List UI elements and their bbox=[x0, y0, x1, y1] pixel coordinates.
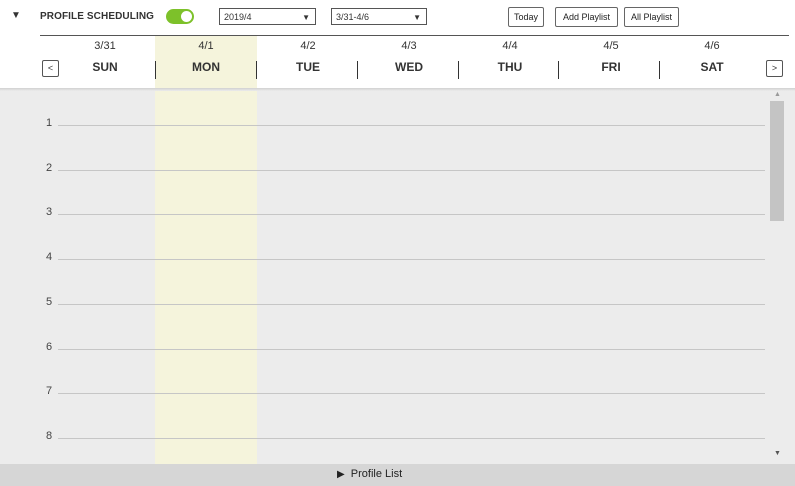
hour-row[interactable]: 1 bbox=[0, 117, 765, 129]
today-column-highlight bbox=[155, 88, 257, 464]
day-date: 4/2 bbox=[300, 40, 316, 52]
day-column-tue[interactable]: 4/2 TUE bbox=[257, 36, 359, 88]
hour-label: 4 bbox=[46, 251, 53, 264]
day-of-week: WED bbox=[395, 60, 423, 74]
hour-row[interactable]: 4 bbox=[0, 251, 765, 263]
page-title: PROFILE SCHEDULING bbox=[40, 11, 155, 22]
day-separator bbox=[558, 61, 559, 79]
schedule-grid[interactable]: 1 2 3 4 5 6 7 8 ▲ ▼ bbox=[0, 88, 795, 464]
toggle-knob bbox=[181, 11, 192, 22]
week-select-value: 3/31-4/6 bbox=[336, 12, 370, 22]
day-date: 4/5 bbox=[603, 40, 619, 52]
vertical-scrollbar[interactable]: ▲ ▼ bbox=[768, 88, 788, 464]
day-separator bbox=[659, 61, 660, 79]
day-column-fri[interactable]: 4/5 FRI bbox=[560, 36, 662, 88]
day-column-mon[interactable]: 4/1 MON bbox=[155, 36, 257, 88]
collapse-arrow-icon[interactable]: ▼ bbox=[11, 10, 21, 22]
hour-row[interactable]: 2 bbox=[0, 162, 765, 174]
day-date: 4/4 bbox=[502, 40, 518, 52]
hour-label: 6 bbox=[46, 340, 53, 353]
scheduling-toggle[interactable] bbox=[166, 9, 194, 24]
hour-gridline bbox=[58, 259, 765, 261]
hour-gridline bbox=[58, 303, 765, 305]
hour-gridline bbox=[58, 125, 765, 126]
day-of-week: TUE bbox=[296, 60, 320, 74]
hour-row[interactable]: 6 bbox=[0, 341, 765, 353]
hour-gridline bbox=[58, 437, 765, 439]
hour-label: 3 bbox=[46, 206, 53, 219]
day-date: 4/1 bbox=[198, 40, 214, 52]
hour-row[interactable]: 3 bbox=[0, 206, 765, 218]
hour-label: 7 bbox=[46, 385, 53, 398]
caret-down-icon: ▼ bbox=[302, 13, 310, 22]
hour-label: 5 bbox=[46, 295, 53, 308]
day-of-week: MON bbox=[192, 60, 220, 74]
schedule-header: ▼ PROFILE SCHEDULING 2019/4 ▼ 3/31-4/6 ▼… bbox=[0, 0, 795, 88]
grid-top-shadow bbox=[0, 88, 795, 91]
day-column-sat[interactable]: 4/6 SAT bbox=[661, 36, 763, 88]
scroll-down-icon[interactable]: ▼ bbox=[774, 450, 781, 457]
month-select[interactable]: 2019/4 ▼ bbox=[219, 8, 316, 25]
day-date: 4/3 bbox=[401, 40, 417, 52]
prev-week-button[interactable]: < bbox=[42, 60, 59, 77]
month-select-value: 2019/4 bbox=[224, 12, 252, 22]
today-button[interactable]: Today bbox=[508, 7, 544, 27]
day-column-wed[interactable]: 4/3 WED bbox=[358, 36, 460, 88]
day-date: 3/31 bbox=[94, 40, 116, 52]
scroll-up-icon[interactable]: ▲ bbox=[774, 91, 781, 98]
day-separator bbox=[458, 61, 459, 79]
hour-gridline bbox=[58, 169, 765, 171]
hour-row[interactable]: 5 bbox=[0, 296, 765, 308]
scroll-thumb[interactable] bbox=[770, 101, 784, 221]
hour-label: 1 bbox=[46, 117, 53, 129]
hour-gridline bbox=[58, 393, 765, 395]
expand-arrow-icon: ▶ bbox=[337, 469, 345, 480]
hour-row[interactable]: 7 bbox=[0, 385, 765, 397]
hour-row[interactable]: 8 bbox=[0, 430, 765, 442]
day-separator bbox=[155, 61, 156, 79]
day-separator bbox=[357, 61, 358, 79]
day-of-week: SAT bbox=[700, 60, 724, 74]
day-of-week: FRI bbox=[601, 60, 621, 74]
day-column-sun[interactable]: 3/31 SUN bbox=[54, 36, 156, 88]
hour-label: 2 bbox=[46, 161, 53, 174]
day-of-week: THU bbox=[497, 60, 523, 74]
week-select[interactable]: 3/31-4/6 ▼ bbox=[331, 8, 427, 25]
hour-gridline bbox=[58, 348, 765, 350]
profile-list-label: Profile List bbox=[350, 468, 403, 480]
hour-gridline bbox=[58, 214, 765, 216]
all-playlist-button[interactable]: All Playlist bbox=[624, 7, 679, 27]
day-column-thu[interactable]: 4/4 THU bbox=[459, 36, 561, 88]
hour-label: 8 bbox=[46, 429, 53, 442]
profile-list-toggle[interactable]: ▶ Profile List bbox=[337, 468, 402, 480]
next-week-button[interactable]: > bbox=[766, 60, 783, 77]
caret-down-icon: ▼ bbox=[413, 13, 421, 22]
day-of-week: SUN bbox=[92, 60, 118, 74]
day-separator bbox=[256, 61, 257, 79]
add-playlist-button[interactable]: Add Playlist bbox=[555, 7, 618, 27]
day-date: 4/6 bbox=[704, 40, 720, 52]
profile-list-bar[interactable]: ▶ Profile List bbox=[0, 464, 795, 486]
